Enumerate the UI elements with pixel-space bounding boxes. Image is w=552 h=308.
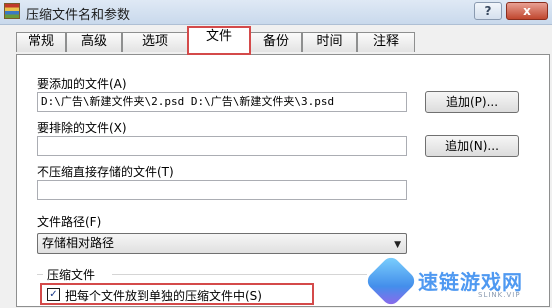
group-divider-left <box>37 274 43 275</box>
close-button[interactable]: x <box>506 2 548 20</box>
help-button[interactable]: ? <box>474 2 502 20</box>
tab-options[interactable]: 选项 <box>122 32 188 52</box>
archive-app-icon <box>4 3 20 19</box>
files-to-exclude-input[interactable] <box>37 136 407 156</box>
tab-time[interactable]: 时间 <box>302 32 357 52</box>
archive-group-label: 压缩文件 <box>47 268 96 282</box>
files-to-add-label: 要添加的文件(A) <box>37 77 127 91</box>
title-bar: 压缩文件名和参数 ? x <box>0 0 552 25</box>
file-paths-select[interactable]: 存储相对路径 ▼ <box>37 233 407 254</box>
tab-comment[interactable]: 注释 <box>357 32 415 52</box>
store-uncompressed-input[interactable] <box>37 180 407 200</box>
watermark-subtext: SLINK.VIP <box>478 291 521 299</box>
tab-backup[interactable]: 备份 <box>250 32 302 52</box>
add-files-button[interactable]: 追加(P)... <box>425 91 519 113</box>
tab-files[interactable]: 文件 <box>187 26 251 55</box>
dropdown-arrow-icon: ▼ <box>394 240 401 250</box>
store-uncompressed-label: 不压缩直接存储的文件(T) <box>37 165 174 179</box>
tab-general[interactable]: 常规 <box>16 32 66 52</box>
files-to-exclude-label: 要排除的文件(X) <box>37 121 127 135</box>
tab-advanced[interactable]: 高级 <box>66 32 122 52</box>
file-paths-label: 文件路径(F) <box>37 215 102 229</box>
group-divider-right <box>112 274 367 275</box>
add-exclude-button[interactable]: 追加(N)... <box>425 135 519 157</box>
tab-strip: 常规 高级 选项 文件 备份 时间 注释 <box>0 24 552 56</box>
window-title: 压缩文件名和参数 <box>26 8 131 23</box>
file-paths-selected: 存储相对路径 <box>42 236 115 250</box>
files-to-add-input[interactable]: D:\广告\新建文件夹\2.psd D:\广告\新建文件夹\3.psd <box>37 92 407 112</box>
separate-archives-label: 把每个文件放到单独的压缩文件中(S) <box>65 289 262 303</box>
separate-archives-checkbox[interactable]: ✓ <box>47 288 60 301</box>
